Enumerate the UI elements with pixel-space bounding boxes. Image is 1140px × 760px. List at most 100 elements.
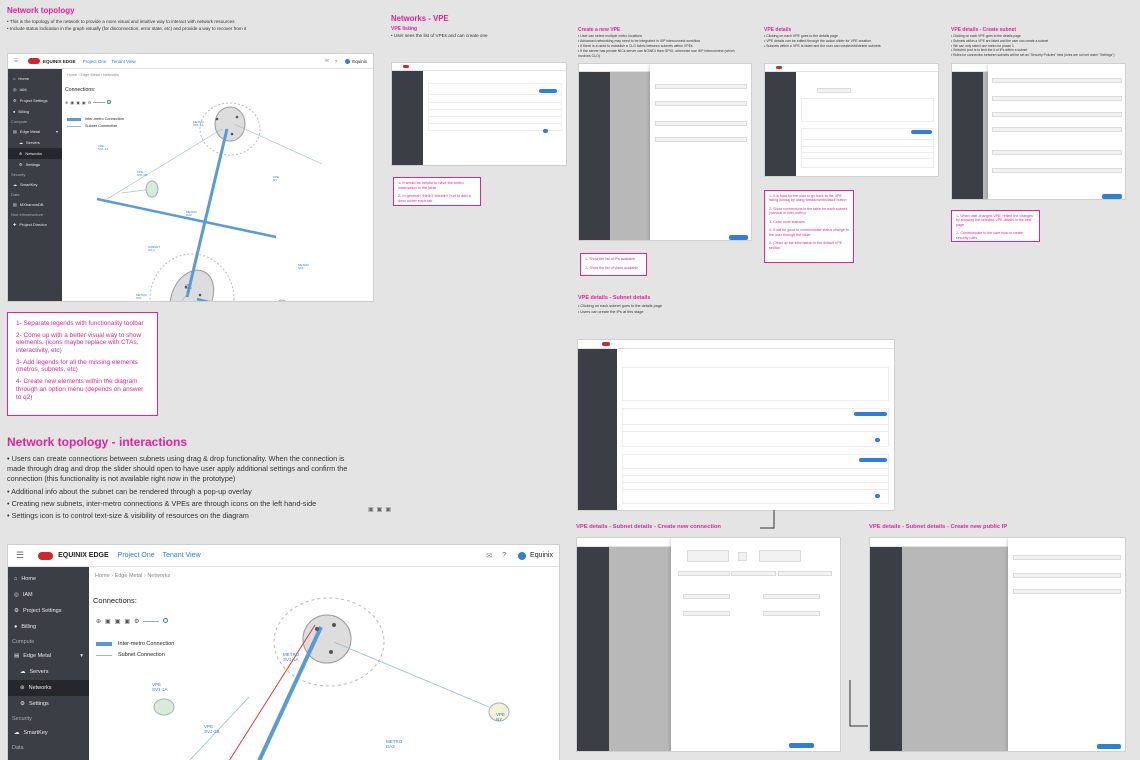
connection-name-field[interactable] [678, 571, 730, 576]
target-vpe-field[interactable] [763, 611, 820, 616]
create-connection-button[interactable] [854, 412, 887, 416]
project-link[interactable]: Project One [83, 59, 107, 64]
sidebar-item-iam[interactable]: ◎ IAM [8, 587, 89, 603]
vpe-details-screen [764, 63, 939, 177]
metro-label: METRO SV1-1A [283, 652, 300, 662]
vpe-node[interactable] [214, 106, 246, 142]
ip-pool-field[interactable] [992, 112, 1122, 117]
sidebar-item-smartkey[interactable]: ☁ SmartKey [8, 179, 62, 190]
sidebar-item-project-settings[interactable]: ⚙ Project Settings [8, 603, 89, 619]
sidebar-item-project-settings[interactable]: ⚙ Project Settings [8, 95, 62, 106]
subnet-connection[interactable] [333, 641, 490, 708]
menu-icon[interactable]: ☰ [16, 550, 24, 561]
pagination-button[interactable] [875, 494, 880, 498]
sidebar-item-home[interactable]: ⌂ Home [8, 571, 89, 587]
sidebar-item-servers[interactable]: ☁ Servers [8, 664, 89, 680]
sidebar-item-smartkey[interactable]: ☁ SmartKey [8, 725, 89, 741]
tenant-link[interactable]: Tenant View [111, 59, 135, 64]
ip-pool-field[interactable] [655, 121, 747, 126]
ip-address-field[interactable] [1013, 573, 1121, 578]
target-metro-field[interactable] [763, 594, 820, 599]
connection-type-field[interactable] [731, 571, 776, 576]
sidebar-item-settings[interactable]: ⚙ Settings [8, 696, 89, 712]
interactions-screen: ☰ EQUINIX EDGE Project One Tenant View ✉… [7, 544, 560, 760]
sidebar-item-billing[interactable]: ● Billing [8, 106, 62, 117]
notifications-icon[interactable]: ✉ [325, 58, 329, 64]
security-policies-field[interactable] [992, 127, 1122, 132]
inter-metro-connection[interactable] [96, 197, 277, 239]
pending-connection[interactable] [229, 624, 316, 760]
create-ip-button[interactable] [859, 458, 887, 462]
vpe-listing-desc: • User sees the list of VPEs and can cre… [391, 33, 488, 38]
avatar[interactable] [345, 58, 351, 64]
sidebar-item-edge-metal[interactable]: ▤ Edge Metal ▾ [8, 648, 89, 664]
vlan-field[interactable] [655, 137, 747, 142]
vpe-details-bullet: • Subnets within a VPE is listed and the… [764, 44, 881, 49]
sidebar-item-home[interactable]: ⌂ Home [8, 73, 62, 84]
sidebar-section-security: Security [11, 172, 26, 177]
subnet-node[interactable] [275, 299, 289, 302]
sidebar-item-project-director[interactable]: ✚ Project Director [8, 219, 62, 230]
source-vpe-field[interactable] [683, 611, 730, 616]
create-ip-submit[interactable] [1097, 744, 1121, 749]
vpe-node[interactable] [302, 614, 352, 664]
subnet-name-field[interactable] [992, 78, 1122, 83]
document-icon[interactable]: ▣ [385, 506, 391, 513]
ip-name-field[interactable] [1013, 555, 1121, 560]
sidebar-item-iam[interactable]: ◎ IAM [8, 84, 62, 95]
sidebar-item-networks[interactable]: ⊛ Networks [8, 148, 62, 159]
metro-field[interactable] [655, 101, 747, 106]
topology-diagram[interactable] [89, 567, 560, 760]
vpe-name-field[interactable] [655, 84, 747, 89]
ip-type-field[interactable] [1013, 589, 1121, 594]
pagination-button[interactable] [543, 129, 548, 133]
help-icon[interactable]: ? [502, 552, 506, 559]
sidebar-label: MXbarrowDB [19, 202, 44, 207]
vpe-summary [801, 98, 934, 122]
sidebar-item-edge-metal[interactable]: ▤ Edge Metal ▾ [8, 126, 62, 137]
create-connection-submit[interactable] [789, 743, 814, 748]
pagination-button[interactable] [875, 438, 880, 442]
subnet-details-bullet: • Users can create the IPs at this stage [578, 309, 644, 314]
settings-icon: ⚙ [13, 98, 17, 103]
create-subnet-note: 1- When user changed VPE, reflect the ch… [951, 210, 1040, 242]
vpe-node[interactable] [162, 263, 222, 302]
document-icon[interactable]: ▣ [377, 506, 383, 513]
ip-mapping-table [622, 454, 889, 504]
vpe-select[interactable] [817, 88, 851, 93]
document-icon[interactable]: ▣ [368, 506, 374, 513]
bandwidth-field[interactable] [778, 571, 832, 576]
subnets-table [801, 128, 934, 168]
subnet-connection[interactable] [106, 128, 223, 200]
sidebar-item-mxbarrow[interactable]: ▤ MXbarrowDB [8, 199, 62, 210]
dhcp-field[interactable] [992, 168, 1122, 173]
menu-icon[interactable]: ☰ [14, 58, 18, 64]
subnet-node[interactable] [153, 698, 175, 716]
source-subnet-card[interactable] [687, 550, 729, 562]
sidebar-item-servers[interactable]: ☁ Servers [8, 137, 62, 148]
inter-metro-connection[interactable] [257, 626, 323, 760]
create-button[interactable] [1102, 194, 1122, 199]
sidebar-item-networks[interactable]: ⊛ Networks [8, 680, 89, 696]
source-metro-field[interactable] [683, 594, 730, 599]
topology-diagram[interactable] [62, 69, 374, 302]
sidebar-item-settings[interactable]: ⚙ Settings [8, 159, 62, 170]
create-vpe-button[interactable] [539, 89, 557, 93]
metro-field[interactable] [992, 96, 1122, 101]
subnet-range-field[interactable] [992, 150, 1122, 155]
avatar[interactable] [518, 551, 527, 560]
tenant-link[interactable]: Tenant View [163, 552, 201, 559]
project-link[interactable]: Project One [118, 552, 155, 559]
subnet-connection[interactable] [233, 123, 323, 165]
database-icon: ▤ [13, 202, 17, 207]
create-button[interactable] [729, 235, 748, 240]
note-item: 1- Separate legends with functionality t… [16, 320, 144, 327]
subnet-details-title: VPE details - Subnet details [578, 295, 651, 301]
subnet-node[interactable] [145, 180, 159, 198]
target-subnet-card[interactable] [759, 550, 801, 562]
subnet-details-bullets: • Clicking on each subnet goes to the de… [578, 304, 662, 315]
notifications-icon[interactable]: ✉ [486, 552, 492, 560]
sidebar-item-billing[interactable]: ● Billing [8, 619, 89, 635]
create-subnet-button[interactable] [911, 130, 932, 134]
help-icon[interactable]: ? [335, 59, 338, 64]
